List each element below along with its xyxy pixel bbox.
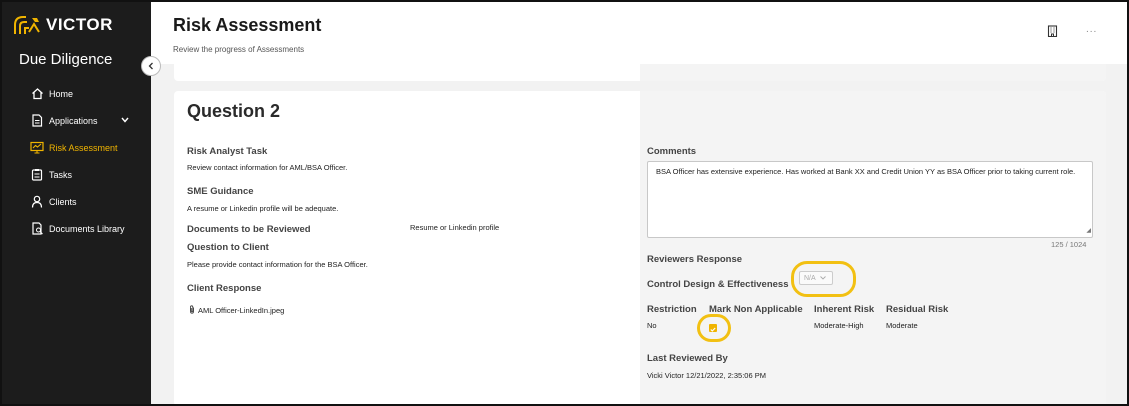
- attachment-filename: AML Officer-LinkedIn.jpeg: [198, 306, 285, 315]
- comments-label: Comments: [647, 146, 697, 157]
- documents-to-review-value: Resume or Linkedin profile: [410, 223, 500, 232]
- last-reviewed-label: Last Reviewed By: [647, 353, 728, 364]
- previous-question-review-panel: [640, 64, 1106, 81]
- more-options-button[interactable]: ...: [1086, 24, 1097, 35]
- home-icon: [30, 87, 44, 101]
- client-response-label: Client Response: [187, 283, 262, 294]
- control-design-label: Control Design & Effectiveness: [647, 279, 789, 290]
- main-content: Question 2 Risk Analyst Task Review cont…: [151, 64, 1127, 404]
- resize-handle-icon[interactable]: ◢: [1086, 227, 1091, 236]
- previous-question-card: [174, 64, 1106, 81]
- victor-logo-icon: [12, 14, 42, 36]
- character-counter: 125 / 1024: [1051, 240, 1087, 249]
- sidebar-item-label: Applications: [49, 115, 98, 126]
- highlight-ring-control-design: [791, 261, 856, 297]
- sidebar-item-label: Tasks: [49, 169, 73, 180]
- attachment-link[interactable]: AML Officer-LinkedIn.jpeg: [189, 305, 284, 316]
- reviewers-response-label: Reviewers Response: [647, 254, 743, 265]
- sidebar-item-applications[interactable]: Applications: [2, 107, 151, 134]
- paperclip-icon: [189, 305, 195, 316]
- user-icon: [30, 195, 44, 209]
- chevron-left-icon: [148, 57, 154, 75]
- building-icon[interactable]: [1047, 24, 1058, 42]
- app-name: Due Diligence: [19, 51, 113, 68]
- sidebar-item-label: Documents Library: [49, 223, 125, 234]
- sidebar-item-documents-library[interactable]: Documents Library: [2, 215, 151, 242]
- logo-text: VICTOR: [46, 15, 113, 34]
- sidebar: VICTOR Due Diligence Home Applications R…: [2, 2, 151, 404]
- risk-analyst-task-value: Review contact information for AML/BSA O…: [187, 163, 348, 172]
- inherent-risk-value: Moderate-High: [814, 321, 864, 330]
- documents-library-icon: [30, 222, 44, 236]
- sidebar-item-label: Risk Assessment: [49, 142, 118, 153]
- tasks-icon: [30, 168, 44, 182]
- comments-textarea[interactable]: BSA Officer has extensive experience. Ha…: [647, 161, 1093, 238]
- restriction-value: No: [647, 321, 657, 330]
- question-title: Question 2: [187, 101, 281, 121]
- document-icon: [30, 114, 44, 128]
- app-frame: VICTOR Due Diligence Home Applications R…: [0, 0, 1129, 406]
- last-reviewed-value: Vicki Victor 12/21/2022, 2:35:06 PM: [647, 371, 766, 380]
- sme-guidance-value: A resume or Linkedin profile will be ade…: [187, 204, 339, 213]
- sidebar-item-tasks[interactable]: Tasks: [2, 161, 151, 188]
- inherent-risk-label: Inherent Risk: [814, 304, 875, 315]
- page-subtitle: Review the progress of Assessments: [173, 45, 305, 54]
- residual-risk-value: Moderate: [886, 321, 918, 330]
- risk-assessment-icon: [30, 141, 44, 155]
- sidebar-item-risk-assessment[interactable]: Risk Assessment: [2, 134, 151, 161]
- page-header: Risk Assessment Review the progress of A…: [151, 2, 1127, 64]
- question-to-client-label: Question to Client: [187, 242, 269, 253]
- comments-text: BSA Officer has extensive experience. Ha…: [656, 167, 1076, 176]
- question-card: Question 2 Risk Analyst Task Review cont…: [174, 91, 1106, 404]
- question-to-client-value: Please provide contact information for t…: [187, 260, 368, 269]
- page-title: Risk Assessment: [173, 15, 322, 35]
- chevron-down-icon[interactable]: [121, 115, 129, 125]
- sidebar-item-label: Clients: [49, 196, 77, 207]
- documents-to-review-label: Documents to be Reviewed: [187, 224, 311, 235]
- risk-analyst-task-label: Risk Analyst Task: [187, 146, 268, 157]
- sme-guidance-label: SME Guidance: [187, 186, 254, 197]
- sidebar-item-clients[interactable]: Clients: [2, 188, 151, 215]
- restriction-label: Restriction: [647, 304, 697, 315]
- brand-logo[interactable]: VICTOR: [12, 14, 113, 36]
- sidebar-item-label: Home: [49, 88, 74, 99]
- sidebar-nav: Home Applications Risk Assessment Tasks …: [2, 80, 151, 242]
- highlight-ring-mark-na: [697, 314, 731, 342]
- collapse-sidebar-button[interactable]: [141, 56, 161, 76]
- sidebar-item-home[interactable]: Home: [2, 80, 151, 107]
- residual-risk-label: Residual Risk: [886, 304, 949, 315]
- mark-non-applicable-label: Mark Non Applicable: [709, 304, 803, 315]
